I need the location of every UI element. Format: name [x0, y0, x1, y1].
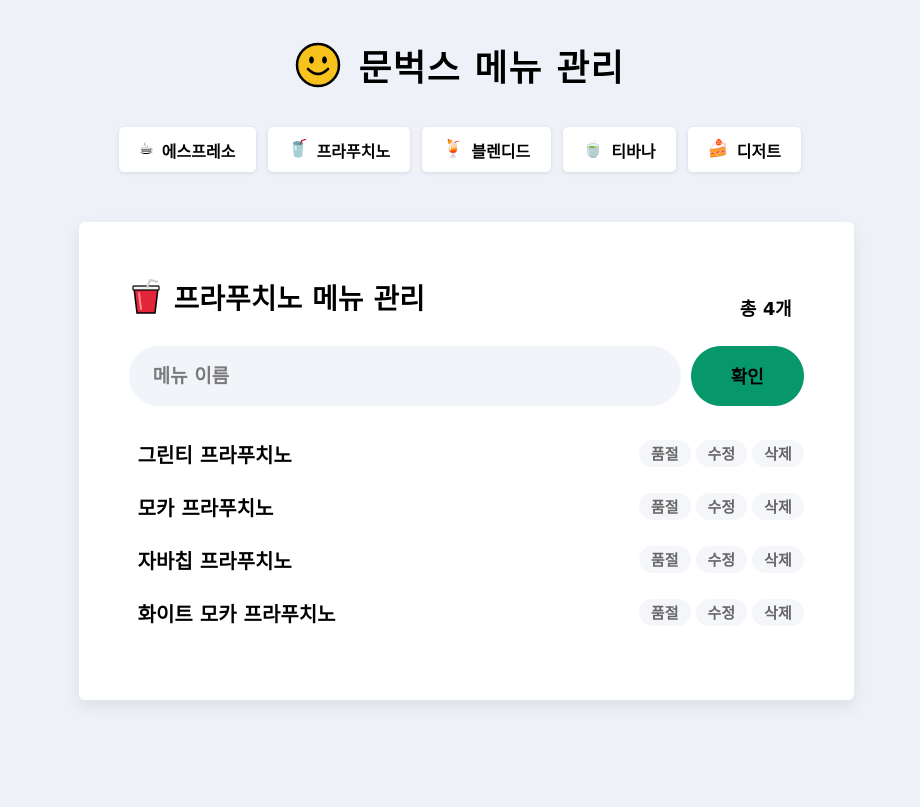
app-header: 문벅스 메뉴 관리	[0, 38, 920, 92]
menu-form: 확인	[129, 346, 804, 406]
list-item: 자바칩 프라푸치노 품절 수정 삭제	[138, 533, 804, 586]
list-item: 모카 프라푸치노 품절 수정 삭제	[138, 480, 804, 533]
list-item: 그린티 프라푸치노 품절 수정 삭제	[138, 427, 804, 480]
submit-button[interactable]: 확인	[691, 346, 804, 406]
list-item: 화이트 모카 프라푸치노 품절 수정 삭제	[138, 586, 804, 639]
page-title: 문벅스 메뉴 관리	[359, 48, 625, 89]
soldout-button[interactable]: 품절	[639, 546, 691, 573]
category-label: 프라푸치노	[316, 141, 391, 161]
cake-icon: 🍰	[707, 139, 730, 159]
category-button-teavana[interactable]: 🍵 티바나	[562, 127, 676, 172]
menu-item-name: 모카 프라푸치노	[138, 496, 274, 520]
category-button-frappuccino[interactable]: 🥤 프라푸치노	[267, 127, 411, 172]
category-label: 블렌디드	[471, 141, 531, 161]
delete-button[interactable]: 삭제	[752, 599, 804, 626]
menu-list: 그린티 프라푸치노 품절 수정 삭제 모카 프라푸치노 품절 수정 삭제 자바칩…	[138, 427, 804, 639]
menu-item-name: 자바칩 프라푸치노	[138, 549, 293, 573]
delete-button[interactable]: 삭제	[752, 440, 804, 467]
card-header: 프라푸치노 메뉴 관리	[130, 277, 425, 317]
soldout-button[interactable]: 품절	[639, 440, 691, 467]
soldout-button[interactable]: 품절	[639, 599, 691, 626]
cup-with-straw-icon: 🥤	[287, 139, 309, 159]
category-button-espresso[interactable]: ☕ 에스프레소	[118, 127, 256, 172]
category-nav: ☕ 에스프레소 🥤 프라푸치노 🍹 블렌디드 🍵 티바나 🍰 디저트	[0, 127, 920, 172]
edit-button[interactable]: 수정	[695, 599, 748, 626]
tropical-drink-icon: 🍹	[442, 139, 464, 159]
edit-button[interactable]: 수정	[695, 546, 748, 573]
item-actions: 품절 수정 삭제	[639, 493, 804, 520]
tea-icon: 🍵	[582, 139, 604, 159]
item-actions: 품절 수정 삭제	[639, 546, 804, 573]
item-actions: 품절 수정 삭제	[639, 599, 804, 626]
delete-button[interactable]: 삭제	[752, 546, 804, 573]
delete-button[interactable]: 삭제	[752, 493, 804, 520]
edit-button[interactable]: 수정	[695, 440, 748, 467]
category-label: 디저트	[737, 141, 782, 161]
menu-name-input[interactable]	[129, 346, 681, 406]
category-button-blended[interactable]: 🍹 블렌디드	[422, 127, 551, 172]
smiley-face-icon	[295, 42, 341, 88]
soldout-button[interactable]: 품절	[639, 493, 691, 520]
category-label: 에스프레소	[162, 141, 236, 161]
cup-with-straw-icon	[132, 279, 160, 314]
menu-item-name: 화이트 모카 프라푸치노	[138, 602, 336, 626]
menu-item-name: 그린티 프라푸치노	[138, 443, 293, 467]
card-title: 프라푸치노 메뉴 관리	[174, 282, 426, 315]
edit-button[interactable]: 수정	[695, 493, 748, 520]
menu-count: 총 4개	[740, 299, 792, 320]
coffee-icon: ☕	[138, 139, 155, 159]
category-button-dessert[interactable]: 🍰 디저트	[687, 127, 802, 172]
category-label: 티바나	[611, 141, 656, 161]
menu-card: 프라푸치노 메뉴 관리 총 4개 확인 그린티 프라푸치노 품절 수정 삭제 모…	[79, 222, 854, 700]
item-actions: 품절 수정 삭제	[639, 440, 804, 467]
